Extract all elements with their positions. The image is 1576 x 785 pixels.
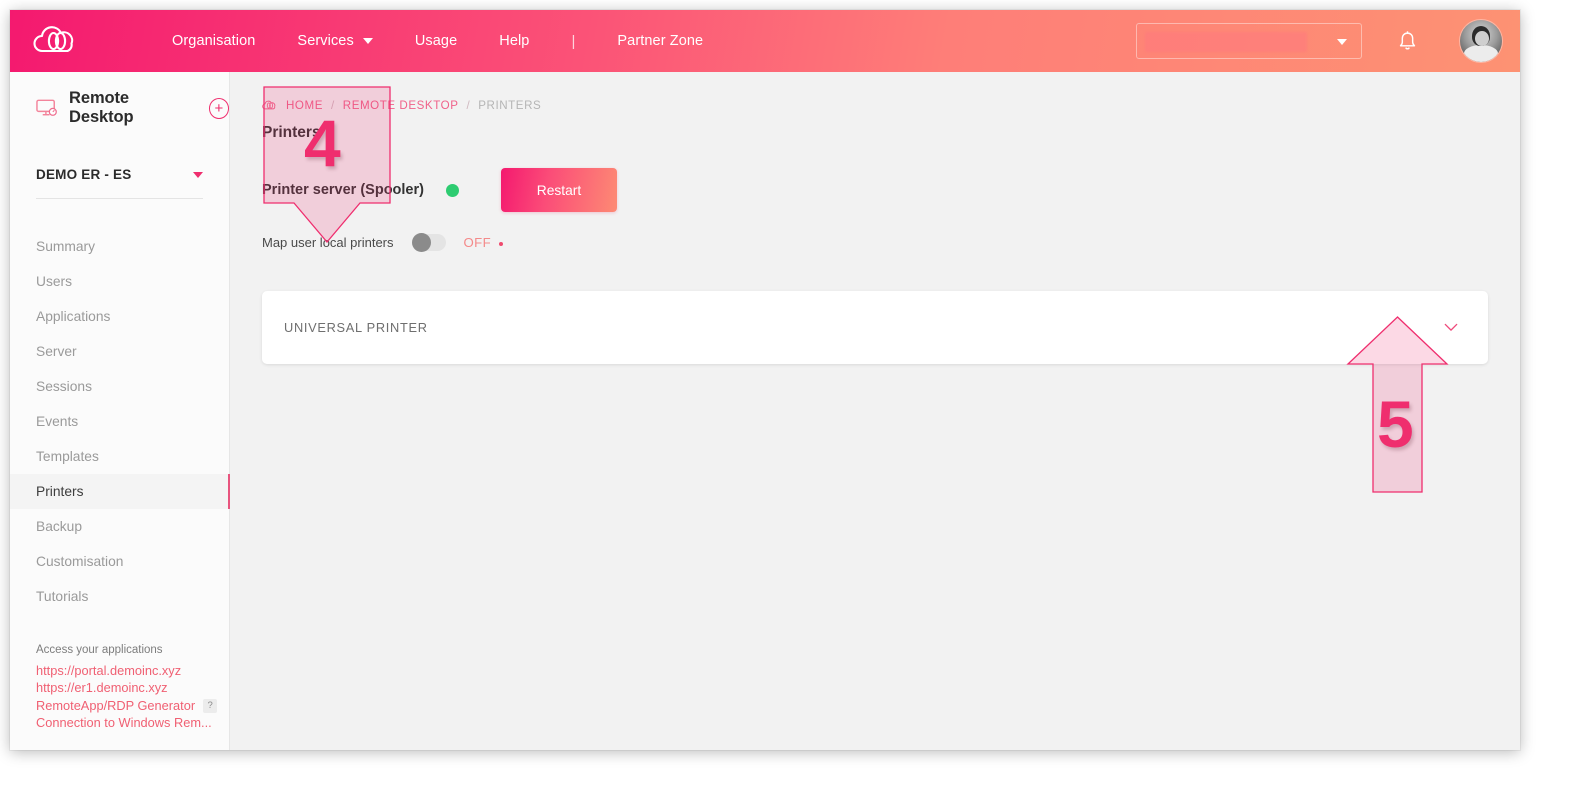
nav-label: Partner Zone bbox=[617, 33, 704, 49]
cloud-icon bbox=[262, 100, 276, 110]
sidebar-footer: Access your applications https://portal.… bbox=[10, 644, 230, 732]
monitor-icon bbox=[36, 99, 57, 116]
notifications-button[interactable] bbox=[1380, 21, 1434, 61]
map-local-printers-label: Map user local printers bbox=[262, 235, 394, 250]
sidebar-item-sessions[interactable]: Sessions bbox=[10, 369, 229, 404]
breadcrumb-item-printers: PRINTERS bbox=[478, 99, 542, 112]
toggle-knob bbox=[411, 233, 431, 252]
sidebar-item-label: Applications bbox=[36, 309, 111, 324]
sidebar-item-summary[interactable]: Summary bbox=[10, 229, 229, 264]
nav-item-organisation[interactable]: Organisation bbox=[172, 27, 255, 55]
organisation-switcher[interactable]: DEMO ER - ES bbox=[36, 167, 203, 199]
printer-server-label: Printer server (Spooler) bbox=[262, 182, 424, 198]
chevron-down-icon bbox=[362, 38, 373, 44]
footer-link-rdp-generator[interactable]: RemoteApp/RDP Generator bbox=[36, 697, 195, 715]
sidebar-item-label: Events bbox=[36, 414, 79, 429]
nav-separator: | bbox=[571, 32, 576, 50]
printer-server-row: Printer server (Spooler) Restart bbox=[230, 168, 1520, 212]
nav-item-usage[interactable]: Usage bbox=[415, 27, 457, 55]
access-apps-title: Access your applications bbox=[36, 643, 163, 656]
nav-label: Services bbox=[297, 33, 354, 49]
restart-button[interactable]: Restart bbox=[500, 168, 617, 212]
breadcrumb-item-home[interactable]: HOME bbox=[286, 99, 323, 112]
state-dot-icon bbox=[499, 241, 504, 246]
service-title: Remote Desktop bbox=[69, 89, 134, 126]
sidebar-item-label: Summary bbox=[36, 239, 96, 254]
nav-label: Help bbox=[499, 33, 530, 49]
nav-label: Usage bbox=[414, 33, 458, 49]
nav-label: Organisation bbox=[172, 33, 256, 49]
sidebar-item-backup[interactable]: Backup bbox=[10, 509, 229, 544]
sidebar-item-label: Backup bbox=[36, 519, 83, 534]
sidebar-item-applications[interactable]: Applications bbox=[10, 299, 229, 334]
cloud-logo[interactable] bbox=[32, 26, 110, 56]
topbar-right-cluster bbox=[1136, 10, 1502, 72]
sidebar-item-printers[interactable]: Printers bbox=[10, 474, 230, 509]
sidebar-item-templates[interactable]: Templates bbox=[10, 439, 229, 474]
nav-item-services[interactable]: Services bbox=[297, 27, 373, 55]
breadcrumb-item-remote-desktop[interactable]: REMOTE DESKTOP bbox=[343, 99, 459, 112]
sidebar-item-server[interactable]: Server bbox=[10, 334, 229, 369]
breadcrumb-separator: / bbox=[466, 99, 471, 112]
help-badge-icon[interactable]: ? bbox=[203, 698, 218, 713]
footer-link-er1[interactable]: https://er1.demoinc.xyz bbox=[36, 679, 230, 697]
bell-icon bbox=[1399, 30, 1415, 50]
sidebar-header: Remote Desktop + bbox=[10, 72, 229, 127]
sidebar-item-customisation[interactable]: Customisation bbox=[10, 544, 229, 579]
nav-item-partner-zone[interactable]: Partner Zone bbox=[617, 27, 703, 55]
chevron-down-icon bbox=[193, 171, 203, 178]
map-local-printers-toggle[interactable] bbox=[411, 233, 446, 252]
footer-link-windows-connection[interactable]: Connection to Windows Rem... bbox=[36, 714, 230, 732]
sidebar-item-label: Tutorials bbox=[36, 589, 89, 604]
breadcrumb-separator: / bbox=[330, 99, 335, 112]
sidebar-item-tutorials[interactable]: Tutorials bbox=[10, 579, 229, 614]
organisation-name: DEMO ER - ES bbox=[36, 167, 132, 182]
sidebar-item-events[interactable]: Events bbox=[10, 404, 229, 439]
app-window: Organisation Services Usage Help | Partn… bbox=[10, 10, 1520, 750]
add-service-button[interactable]: + bbox=[208, 97, 229, 119]
universal-printer-title: UNIVERSAL PRINTER bbox=[284, 320, 428, 335]
organisation-select[interactable] bbox=[1136, 23, 1362, 59]
map-local-printers-row: Map user local printers OFF bbox=[230, 233, 1520, 252]
sidebar: Remote Desktop + DEMO ER - ES Summary Us… bbox=[10, 72, 230, 750]
top-navigation-bar: Organisation Services Usage Help | Partn… bbox=[10, 10, 1520, 72]
sidebar-item-label: Sessions bbox=[36, 379, 92, 394]
sidebar-item-label: Server bbox=[36, 344, 77, 359]
chevron-down-icon[interactable] bbox=[1444, 323, 1458, 332]
sidebar-item-label: Templates bbox=[36, 449, 99, 464]
toggle-state-label: OFF bbox=[463, 235, 492, 250]
sidebar-item-users[interactable]: Users bbox=[10, 264, 229, 299]
sidebar-item-label: Customisation bbox=[36, 554, 124, 569]
main-nav: Organisation Services Usage Help | Partn… bbox=[172, 27, 703, 55]
footer-link-portal[interactable]: https://portal.demoinc.xyz bbox=[36, 662, 230, 680]
status-badge bbox=[445, 183, 459, 197]
sidebar-item-label: Printers bbox=[36, 484, 84, 499]
chevron-down-icon bbox=[1337, 39, 1347, 45]
main-content: HOME / REMOTE DESKTOP / PRINTERS Printer… bbox=[230, 72, 1520, 750]
sidebar-nav: Summary Users Applications Server Sessio… bbox=[10, 229, 230, 614]
page-root: Organisation Services Usage Help | Partn… bbox=[0, 0, 1576, 785]
breadcrumb: HOME / REMOTE DESKTOP / PRINTERS bbox=[230, 72, 1520, 112]
user-avatar[interactable] bbox=[1460, 20, 1502, 62]
sidebar-item-label: Users bbox=[36, 274, 73, 289]
avatar-body bbox=[1464, 45, 1498, 62]
nav-item-help[interactable]: Help bbox=[499, 27, 529, 55]
footer-link-rdp-row: RemoteApp/RDP Generator ? bbox=[36, 697, 230, 715]
avatar-face bbox=[1475, 31, 1489, 46]
organisation-select-value bbox=[1145, 32, 1307, 52]
page-title: Printers bbox=[262, 124, 321, 141]
map-local-printers-state: OFF bbox=[464, 235, 504, 250]
universal-printer-card[interactable]: UNIVERSAL PRINTER bbox=[262, 291, 1488, 364]
